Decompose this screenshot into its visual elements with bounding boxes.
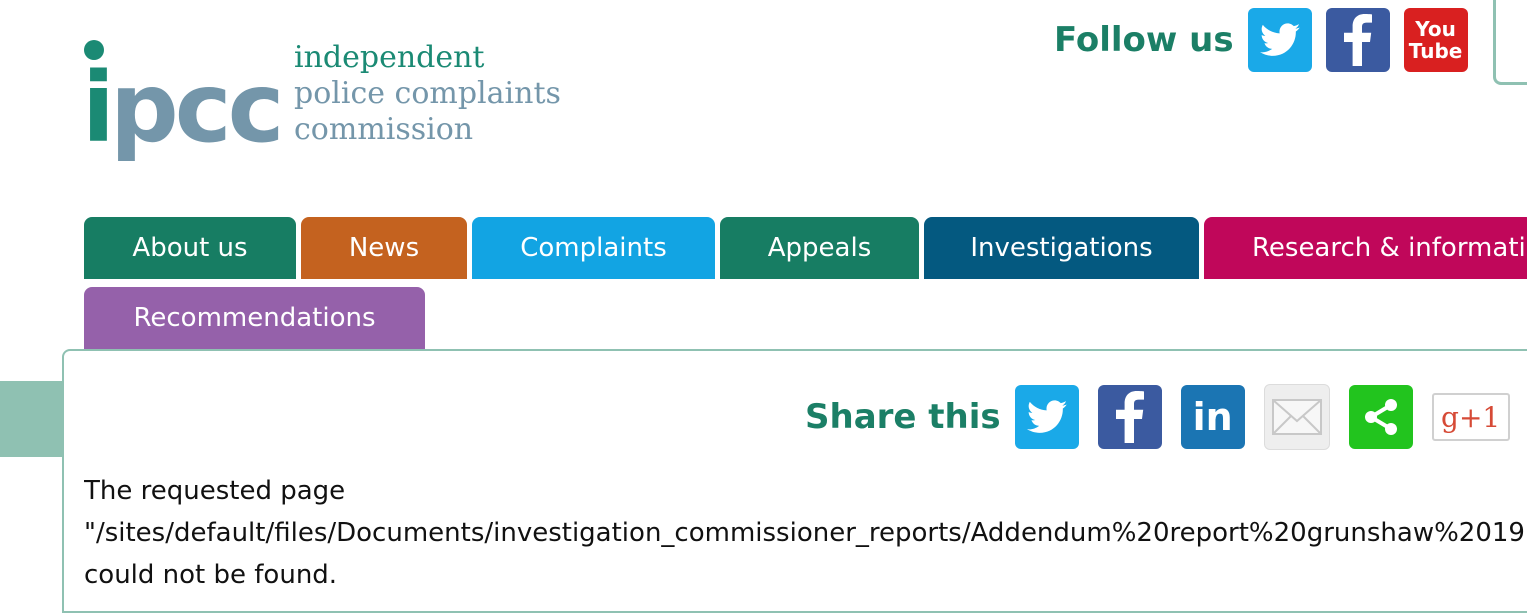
nav-tab-research-information[interactable]: Research & informati: [1204, 217, 1527, 279]
error-line-1: The requested page: [84, 476, 346, 506]
follow-us-bar: Follow us You Tube: [1054, 8, 1482, 72]
follow-us-label: Follow us: [1054, 20, 1234, 60]
nav-tab-complaints[interactable]: Complaints: [472, 217, 715, 279]
nav-tab-label: Appeals: [767, 233, 872, 263]
share-email-icon[interactable]: [1263, 384, 1330, 450]
share-generic-icon[interactable]: [1348, 385, 1413, 449]
nav-tab-news[interactable]: News: [301, 217, 467, 279]
side-accent-strip: [0, 381, 62, 457]
logo-line-2: police complaints: [294, 76, 561, 111]
error-line-3: could not be found.: [84, 560, 338, 590]
google-plus-icon[interactable]: g+1: [1431, 393, 1510, 441]
linkedin-text: in: [1192, 395, 1233, 439]
nav-tab-label: Investigations: [970, 233, 1153, 263]
share-facebook-icon[interactable]: [1097, 385, 1162, 449]
youtube-you-text: You: [1415, 17, 1456, 41]
nav-tab-label: Research & informati: [1252, 233, 1526, 263]
facebook-icon[interactable]: [1325, 8, 1390, 72]
nav-tab-appeals[interactable]: Appeals: [720, 217, 919, 279]
youtube-icon[interactable]: You Tube: [1403, 8, 1468, 72]
logo-wordmark: independent police complaints commission: [294, 40, 561, 148]
error-line-2-path: "/sites/default/files/Documents/investig…: [84, 518, 1524, 548]
share-twitter-icon[interactable]: [1014, 385, 1079, 449]
logo-letter-i: i: [82, 52, 115, 164]
logo-line-1: independent: [294, 40, 485, 75]
search-box-edge[interactable]: [1493, 0, 1527, 85]
logo-mark: i pcc: [82, 38, 285, 156]
error-message: The requested page "/sites/default/files…: [84, 470, 1524, 596]
nav-tab-label: Complaints: [520, 233, 667, 263]
nav-tab-about-us[interactable]: About us: [84, 217, 296, 279]
ipcc-logo[interactable]: i pcc independent police complaints comm…: [82, 38, 561, 156]
nav-tab-label: About us: [132, 233, 248, 263]
share-linkedin-icon[interactable]: in: [1180, 385, 1245, 449]
twitter-icon[interactable]: [1247, 8, 1312, 72]
logo-letters-pcc: pcc: [110, 52, 285, 164]
share-this-label: Share this: [805, 397, 1001, 437]
nav-tab-investigations[interactable]: Investigations: [924, 217, 1199, 279]
youtube-tube-text: Tube: [1408, 39, 1463, 63]
nav-tab-label: Recommendations: [133, 303, 376, 333]
nav-tab-recommendations[interactable]: Recommendations: [84, 287, 425, 349]
logo-line-3: commission: [294, 112, 474, 147]
nav-tab-label: News: [348, 233, 420, 263]
share-bar: Share this in g+1: [805, 384, 1510, 450]
